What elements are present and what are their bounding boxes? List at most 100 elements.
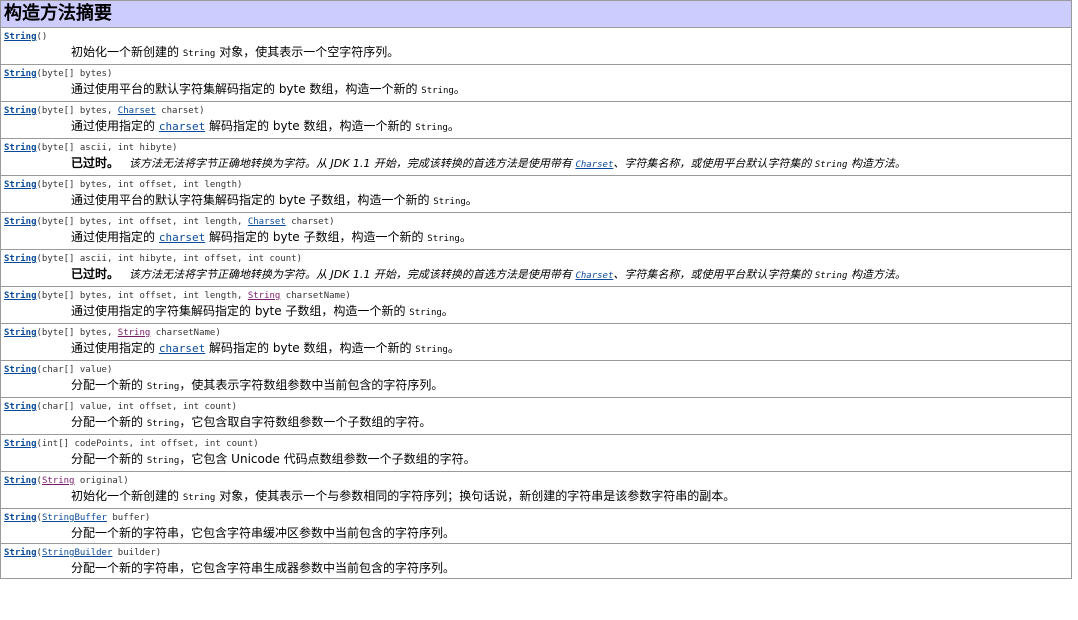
constructor-link[interactable]: String <box>4 106 37 116</box>
constructor-description: 分配一个新的 String，它包含取自字符数组参数一个子数组的字符。 <box>4 414 1067 432</box>
desc-code: String <box>182 49 216 59</box>
constructor-row: String(StringBuilder builder) 分配一个新的字符串，… <box>1 544 1071 579</box>
desc-text: 。 <box>453 82 466 96</box>
charset-link[interactable]: charset <box>159 231 205 244</box>
param-type-link[interactable]: Charset <box>248 217 286 227</box>
param-type-link[interactable]: String <box>248 291 281 301</box>
constructor-link[interactable]: String <box>4 328 37 338</box>
constructor-description: 分配一个新的字符串，它包含字符串生成器参数中当前包含的字符序列。 <box>4 560 1067 576</box>
desc-text: 分配一个新的 <box>71 452 144 466</box>
constructor-link[interactable]: String <box>4 365 37 375</box>
constructor-row: String(StringBuffer buffer) 分配一个新的字符串，它包… <box>1 509 1071 544</box>
constructor-params: (byte[] bytes, int offset, int length) <box>36 180 243 190</box>
desc-text: 该方法无法将字节正确地转换为字符。从 JDK 1.1 开始，完成该转换的首选方法… <box>129 268 572 281</box>
constructor-params: (char[] value, int offset, int count) <box>36 402 237 412</box>
constructor-params: charsetName) <box>150 328 221 338</box>
desc-text: 分配一个新的 <box>71 378 144 392</box>
charset-link[interactable]: charset <box>159 342 205 355</box>
constructor-link[interactable]: String <box>4 69 37 79</box>
constructor-description: 分配一个新的字符串，它包含字符串缓冲区参数中当前包含的字符序列。 <box>4 525 1067 541</box>
constructor-signature: String(byte[] bytes, int offset, int len… <box>4 216 1067 229</box>
constructor-signature: String(byte[] bytes, Charset charset) <box>4 105 1067 118</box>
desc-text: 通过使用指定的字符集解码指定的 byte 子数组，构造一个新的 <box>71 304 406 318</box>
desc-code: String <box>433 197 466 207</box>
constructor-link[interactable]: String <box>4 402 37 412</box>
constructor-row: String(byte[] bytes) 通过使用平台的默认字符集解码指定的 b… <box>1 65 1071 102</box>
constructor-params: (int[] codePoints, int offset, int count… <box>36 439 259 449</box>
desc-text: 分配一个新的字符串，它包含字符串生成器参数中当前包含的字符序列。 <box>71 561 456 575</box>
desc-code: String <box>182 493 216 503</box>
param-type-link[interactable]: String <box>118 328 151 338</box>
desc-text: 构造方法。 <box>850 268 906 281</box>
constructor-description: 通过使用指定的字符集解码指定的 byte 子数组，构造一个新的 String。 <box>4 303 1067 321</box>
constructor-description: 初始化一个新创建的 String 对象，使其表示一个空字符序列。 <box>4 44 1067 62</box>
desc-text: 通过使用指定的 <box>71 341 156 355</box>
desc-code: String <box>146 382 180 392</box>
desc-code: String <box>146 419 180 429</box>
constructor-link[interactable]: String <box>4 143 37 153</box>
desc-code: String <box>814 271 848 281</box>
constructor-params: (char[] value) <box>36 365 113 375</box>
desc-code: String <box>427 234 460 244</box>
constructor-link[interactable]: String <box>4 32 37 42</box>
constructor-link[interactable]: String <box>4 513 37 523</box>
param-type-link[interactable]: Charset <box>118 106 156 116</box>
constructor-link[interactable]: String <box>4 217 37 227</box>
desc-text: ，使其表示字符数组参数中当前包含的字符序列。 <box>179 378 444 392</box>
constructor-row: String(char[] value) 分配一个新的 String，使其表示字… <box>1 361 1071 398</box>
constructor-signature: String() <box>4 31 1067 44</box>
constructor-row: String(byte[] bytes, String charsetName)… <box>1 324 1071 361</box>
constructor-params: original) <box>74 476 129 486</box>
constructor-link[interactable]: String <box>4 180 37 190</box>
constructor-params: buffer) <box>106 513 151 523</box>
constructor-row: String(byte[] bytes, int offset, int len… <box>1 213 1071 250</box>
constructor-row: String(String original) 初始化一个新创建的 String… <box>1 472 1071 509</box>
desc-text: ，它包含取自字符数组参数一个子数组的字符。 <box>179 415 432 429</box>
constructor-signature: String(byte[] bytes, int offset, int len… <box>4 179 1067 192</box>
charset-link[interactable]: Charset <box>575 271 613 281</box>
constructor-row: String(int[] codePoints, int offset, int… <box>1 435 1071 472</box>
constructor-description: 通过使用平台的默认字符集解码指定的 byte 数组，构造一个新的 String。 <box>4 81 1067 99</box>
constructor-link[interactable]: String <box>4 439 37 449</box>
desc-text: 。 <box>465 193 478 207</box>
param-type-link[interactable]: String <box>42 476 75 486</box>
desc-text: 对象，使其表示一个与参数相同的字符序列；换句话说，新创建的字符串是该参数字符串的… <box>219 489 736 503</box>
param-type-link[interactable]: StringBuffer <box>42 513 107 523</box>
deprecated-label: 已过时。 <box>71 267 120 281</box>
constructor-description: 分配一个新的 String，它包含 Unicode 代码点数组参数一个子数组的字… <box>4 451 1067 469</box>
constructor-params: charset) <box>155 106 205 116</box>
constructor-link[interactable]: String <box>4 476 37 486</box>
desc-code: String <box>409 308 442 318</box>
constructor-params: builder) <box>112 548 162 558</box>
constructor-link[interactable]: String <box>4 291 37 301</box>
constructor-row: String(byte[] ascii, int hibyte) 已过时。 该方法… <box>1 139 1071 176</box>
constructor-row: String(byte[] bytes, Charset charset) 通过… <box>1 102 1071 139</box>
table-header: 构造方法摘要 <box>1 0 1071 28</box>
charset-link[interactable]: Charset <box>575 160 613 170</box>
constructor-description: 通过使用指定的 charset 解码指定的 byte 子数组，构造一个新的 St… <box>4 229 1067 247</box>
param-type-link[interactable]: StringBuilder <box>42 548 112 558</box>
desc-text: 初始化一个新创建的 <box>71 489 180 503</box>
constructor-signature: String(char[] value, int offset, int cou… <box>4 401 1067 414</box>
charset-link[interactable]: charset <box>159 120 205 133</box>
desc-text: 。 <box>441 304 454 318</box>
desc-code: String <box>415 123 448 133</box>
constructor-params: charset) <box>285 217 335 227</box>
deprecated-description: 已过时。 该方法无法将字节正确地转换为字符。从 JDK 1.1 开始，完成该转换的… <box>4 266 1067 284</box>
desc-text: 。 <box>447 119 460 133</box>
constructor-signature: String(byte[] bytes, int offset, int len… <box>4 290 1067 303</box>
desc-text: 通过使用指定的 <box>71 119 156 133</box>
constructor-description: 通过使用平台的默认字符集解码指定的 byte 子数组，构造一个新的 String… <box>4 192 1067 210</box>
desc-code: String <box>146 456 180 466</box>
constructor-link[interactable]: String <box>4 548 37 558</box>
constructor-signature: String(byte[] bytes, String charsetName) <box>4 327 1067 340</box>
desc-text: 通过使用平台的默认字符集解码指定的 byte 数组，构造一个新的 <box>71 82 418 96</box>
desc-text: 分配一个新的 <box>71 415 144 429</box>
constructor-signature: String(byte[] ascii, int hibyte, int off… <box>4 253 1067 266</box>
constructor-row: String(byte[] ascii, int hibyte, int off… <box>1 250 1071 287</box>
constructor-link[interactable]: String <box>4 254 37 264</box>
constructor-description: 初始化一个新创建的 String 对象，使其表示一个与参数相同的字符序列；换句话… <box>4 488 1067 506</box>
constructor-params: (byte[] bytes, int offset, int length, <box>36 291 248 301</box>
constructor-params: () <box>36 32 48 42</box>
constructor-signature: String(String original) <box>4 475 1067 488</box>
